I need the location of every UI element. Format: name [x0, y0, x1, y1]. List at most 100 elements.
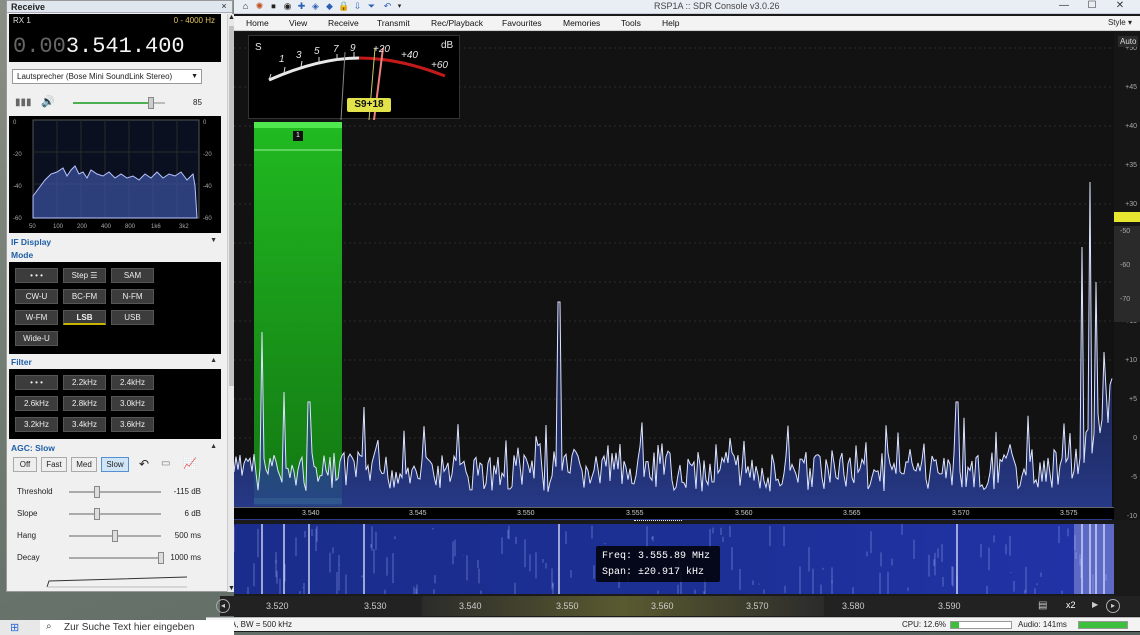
style-menu[interactable]: Style ▾: [1108, 18, 1132, 27]
slope-slider[interactable]: [69, 508, 161, 520]
chart-icon[interactable]: 📈: [183, 457, 197, 470]
undo-icon[interactable]: ↶: [382, 1, 393, 12]
filter-2200-button[interactable]: 2.2kHz: [63, 375, 106, 390]
screenshot-icon[interactable]: ▤: [1038, 600, 1047, 611]
audio-device-select[interactable]: Lautsprecher (Bose Mini SoundLink Stereo…: [12, 69, 202, 84]
home-icon[interactable]: ⌂: [240, 1, 251, 12]
mode-cwu-button[interactable]: CW-U: [15, 289, 58, 304]
bars-icon[interactable]: ▮▮▮: [15, 97, 32, 108]
menu-favourites[interactable]: Favourites: [502, 18, 542, 28]
mode-bcfm-button[interactable]: BC-FM: [63, 289, 106, 304]
decay-slider[interactable]: [69, 552, 164, 564]
close-icon[interactable]: ✕: [1106, 0, 1134, 13]
slope-slider-thumb[interactable]: [93, 508, 100, 520]
menu-transmit[interactable]: Transmit: [377, 18, 410, 28]
menu-tools[interactable]: Tools: [621, 18, 641, 28]
minimize-icon[interactable]: —: [1050, 0, 1078, 13]
volume-fill: [73, 102, 152, 104]
spectrum-y-label-left: -40: [13, 184, 22, 190]
receive-panel: Receive × RX 1 0 - 4000 Hz 0.003.541.400…: [6, 0, 235, 592]
maximize-icon[interactable]: ☐: [1078, 0, 1106, 13]
agc-button-row: Off Fast Med Slow ↶ ▭ 📈: [11, 457, 223, 473]
filter-passband[interactable]: [254, 122, 342, 506]
audio-spectrum-graph: 0 -20 -40 -60 0 -20 -40 -60 50 100 200 4…: [13, 119, 212, 230]
agc-slow-button[interactable]: Slow: [101, 457, 129, 472]
collapse-icon[interactable]: ▲: [210, 357, 217, 364]
download-icon[interactable]: ⇩: [352, 1, 363, 12]
speaker-icon[interactable]: 🔊: [41, 95, 55, 108]
windows-start-icon[interactable]: ⊞: [10, 621, 19, 634]
overview-label: 3.540: [459, 601, 482, 611]
scroll-right-icon[interactable]: ▸: [1106, 599, 1120, 613]
overview-scale[interactable]: ◂ 3.520 3.530 3.540 3.550 3.560 3.570 3.…: [216, 596, 1140, 616]
menu-help[interactable]: Help: [662, 18, 679, 28]
taskbar-search[interactable]: ⌕ Zur Suche Text hier eingeben: [40, 620, 234, 635]
mode-usb-button[interactable]: USB: [111, 310, 154, 325]
auto-scale-button[interactable]: Auto: [1118, 36, 1139, 47]
rx-range: 0 - 4000 Hz: [173, 16, 215, 25]
memory-icon[interactable]: ◈: [310, 1, 321, 12]
filter-2600-button[interactable]: 2.6kHz: [15, 396, 58, 411]
overview-label: 3.550: [556, 601, 579, 611]
collapse-icon[interactable]: ▲: [210, 443, 217, 450]
filter-section[interactable]: Filter ▲: [9, 357, 221, 368]
stop-icon[interactable]: ⏹: [268, 1, 279, 12]
menu-home[interactable]: Home: [246, 18, 269, 28]
overview-label: 3.590: [938, 601, 961, 611]
hang-slider-thumb[interactable]: [112, 530, 118, 542]
filter-2400-button[interactable]: 2.4kHz: [111, 375, 154, 390]
lock-icon[interactable]: 🔒: [338, 1, 349, 12]
rf-spectrum-display[interactable]: 1 S 1 3 5 7 9 +20 +40 +60 dB S9+18: [234, 32, 1114, 521]
menu-receive[interactable]: Receive: [328, 18, 359, 28]
spectrum-y-label-right: -60: [203, 216, 212, 222]
menu-view[interactable]: View: [289, 18, 307, 28]
mode-step-button[interactable]: Step ☰: [63, 268, 106, 283]
filter-icon[interactable]: ⏷: [366, 1, 377, 12]
gear-icon[interactable]: ✺: [254, 1, 265, 12]
agc-med-button[interactable]: Med: [71, 457, 97, 472]
filter-more-button[interactable]: • • •: [15, 375, 58, 390]
close-icon[interactable]: ×: [218, 1, 230, 12]
favourites-icon[interactable]: ✚: [296, 1, 307, 12]
scroll-left-icon[interactable]: ◂: [216, 599, 230, 613]
settings-icon[interactable]: ▭: [161, 458, 170, 469]
agc-off-button[interactable]: Off: [13, 457, 37, 472]
menu-rec-playback[interactable]: Rec/Playback: [431, 18, 483, 28]
undo-icon[interactable]: ↶: [139, 457, 149, 471]
level-range-panel[interactable]: -50 -60 -70: [1114, 226, 1140, 322]
volume-slider[interactable]: [73, 97, 165, 109]
agc-fast-button[interactable]: Fast: [41, 457, 67, 472]
filter-3200-button[interactable]: 3.2kHz: [15, 417, 58, 432]
menu-memories[interactable]: Memories: [563, 18, 600, 28]
mode-lsb-button[interactable]: LSB: [63, 310, 106, 325]
volume-slider-thumb[interactable]: [148, 97, 155, 109]
spectrum-x-label: 50: [29, 224, 36, 230]
filter-3000-button[interactable]: 3.0kHz: [111, 396, 154, 411]
chevron-down-icon: ▼: [191, 73, 198, 80]
mode-nfm-button[interactable]: N-FM: [111, 289, 154, 304]
tools-icon[interactable]: ◆: [324, 1, 335, 12]
mode-sam-button[interactable]: SAM: [111, 268, 154, 283]
volume-value: 85: [193, 98, 202, 107]
mode-more-button[interactable]: • • •: [15, 268, 58, 283]
filter-3600-button[interactable]: 3.6kHz: [111, 417, 154, 432]
waterfall-display[interactable]: Freq: 3.555.89 MHz Span: ±20.917 kHz: [233, 524, 1114, 594]
level-marker[interactable]: [1114, 212, 1140, 222]
threshold-slider-thumb[interactable]: [93, 486, 100, 498]
hang-slider[interactable]: [69, 530, 161, 542]
play-icon[interactable]: ▶: [1092, 600, 1098, 609]
volume-row: ▮▮▮ 🔊 85: [11, 93, 223, 111]
mode-wideu-button[interactable]: Wide-U: [15, 331, 58, 346]
frequency-readout[interactable]: 0.003.541.400: [13, 34, 185, 59]
record-icon[interactable]: ◉: [282, 1, 293, 12]
zoom-level[interactable]: x2: [1066, 600, 1076, 610]
filter-2800-button[interactable]: 2.8kHz: [63, 396, 106, 411]
frequency-display[interactable]: RX 1 0 - 4000 Hz 0.003.541.400: [9, 14, 221, 62]
if-display-section[interactable]: IF Display ▼: [9, 237, 221, 248]
filter-3400-button[interactable]: 3.4kHz: [63, 417, 106, 432]
threshold-slider[interactable]: [69, 486, 161, 498]
collapse-icon[interactable]: ▼: [210, 237, 217, 244]
agc-section[interactable]: AGC: Slow ▲: [9, 443, 221, 454]
chevron-down-icon[interactable]: ▾: [394, 1, 405, 12]
mode-wfm-button[interactable]: W-FM: [15, 310, 58, 325]
